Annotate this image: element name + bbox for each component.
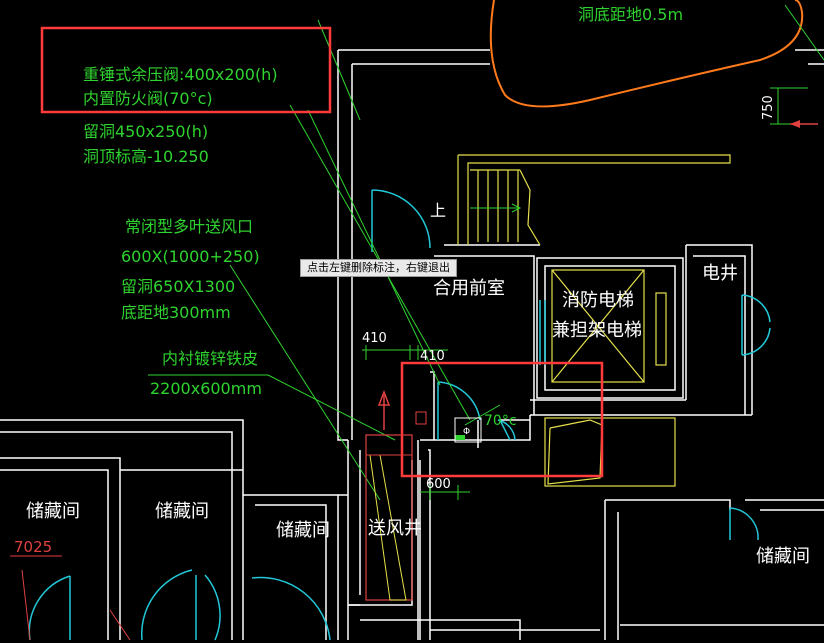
text-note-line2: 内置防火阀(70°c) — [83, 89, 213, 108]
text-up: 上 — [430, 201, 446, 220]
text-storage-2: 储藏间 — [155, 501, 209, 522]
text-dim-410-left: 410 — [362, 331, 387, 346]
dim-7025-ext — [21, 569, 31, 641]
text-anteroom: 合用前室 — [433, 278, 505, 299]
text-air-shaft: 送风井 — [368, 518, 422, 539]
floor-plan: 洞底距地0.5m 750 重锤式余压阀:400x200(h) 内置防火阀(70°… — [0, 0, 824, 641]
text-top-note: 洞底距地0.5m — [578, 5, 683, 24]
text-70c: 70°c — [484, 413, 517, 429]
text-storage-1: 储藏间 — [26, 501, 80, 522]
cad-drawing-canvas[interactable]: 洞底距地0.5m 750 重锤式余压阀:400x200(h) 内置防火阀(70°… — [0, 0, 824, 643]
text-elevator-line1: 消防电梯 — [562, 290, 634, 311]
text-dim-410-right: 410 — [420, 349, 445, 364]
text-storage-4: 储藏间 — [756, 546, 810, 567]
text-note-line1: 重锤式余压阀:400x200(h) — [83, 65, 278, 84]
text-vent-line1: 常闭型多叶送风口 — [125, 217, 253, 236]
text-storage-3: 储藏间 — [276, 520, 330, 541]
text-dim-600: 600 — [426, 477, 451, 492]
text-lining-line1: 内衬镀锌铁皮 — [162, 349, 258, 368]
text-dim-7025: 7025 — [14, 538, 52, 556]
text-elevator-line2: 兼担架电梯 — [552, 320, 642, 341]
text-lining-line2: 2200x600mm — [150, 379, 262, 398]
text-vent-line4: 底距地300mm — [121, 303, 231, 322]
cad-tooltip: 点击左键删除标注，右键退出 — [300, 259, 457, 277]
text-note-line3: 留洞450x250(h) — [83, 122, 208, 141]
text-dim-750: 750 — [761, 95, 776, 120]
text-note-line4: 洞顶标高-10.250 — [83, 147, 209, 166]
text-phi: Φ — [463, 427, 470, 437]
text-vent-line2: 600X(1000+250) — [121, 247, 260, 266]
text-electric-shaft: 电井 — [702, 263, 738, 284]
text-vent-line3: 留洞650X1300 — [121, 277, 235, 296]
